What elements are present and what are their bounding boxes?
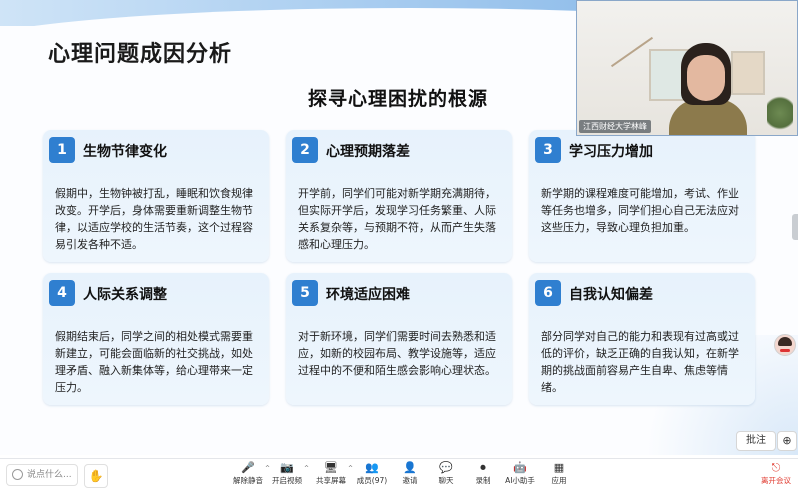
cause-card-1: 1 生物节律变化 假期中，生物钟被打乱，睡眠和饮食规律改变。开学后，身体需要重新… (43, 130, 269, 262)
invite-icon: 👤 (403, 461, 417, 474)
exit-icon: ⎋ (771, 461, 781, 474)
members-button[interactable]: 👥 成员(97) (352, 461, 392, 491)
meeting-toolbar: 说点什么... ✋ 🎤 ^ 解除静音 📷 ^ 开启视频 🖥 ^ 共享屏幕 👥 成… (0, 458, 798, 491)
cause-card-3: 3 学习压力增加 新学期的课程难度可能增加，考试、作业等任务也增多，同学们担心自… (529, 130, 755, 262)
video-plant (767, 93, 793, 133)
card-body: 部分同学对自己的能力和表现有过高或过低的评价，缺乏正确的自我认知，在新学期的挑战… (541, 330, 739, 394)
apps-label: 应用 (551, 476, 567, 485)
chevron-up-icon[interactable]: ^ (304, 465, 309, 472)
card-title: 心理预期落差 (326, 144, 410, 160)
cause-card-6: 6 自我认知偏差 部分同学对自己的能力和表现有过高或过低的评价，缺乏正确的自我认… (529, 273, 755, 405)
card-header: 5 环境适应困难 (286, 273, 512, 313)
zoom-in-icon[interactable]: ⊕ (777, 431, 797, 451)
side-panel-handle[interactable] (792, 214, 798, 240)
card-header: 3 学习压力增加 (529, 130, 755, 170)
card-number: 1 (49, 137, 75, 163)
card-header: 2 心理预期落差 (286, 130, 512, 170)
card-body: 新学期的课程难度可能增加，考试、作业等任务也增多，同学们担心自己无法应对这些压力… (541, 187, 739, 234)
card-body: 假期中，生物钟被打乱，睡眠和饮食规律改变。开学后，身体需要重新调整生物节律，以适… (55, 187, 253, 251)
card-body: 假期结束后，同学之间的相处模式需要重新建立，可能会面临新的社交挑战，如处理矛盾、… (55, 330, 253, 394)
chat-button[interactable]: 💬 聊天 (426, 461, 466, 491)
unmute-label: 解除静音 (233, 476, 263, 485)
floating-avatar[interactable] (774, 334, 796, 356)
microphone-muted-icon: 🎤 (241, 461, 255, 474)
annotate-label: 批注 (746, 435, 766, 446)
chat-input[interactable]: 说点什么... (6, 464, 78, 486)
card-header: 6 自我认知偏差 (529, 273, 755, 313)
record-icon: ⏺ (480, 461, 486, 474)
share-screen-label: 共享屏幕 (316, 476, 346, 485)
card-number: 6 (535, 280, 561, 306)
unmute-button[interactable]: 🎤 ^ 解除静音 (228, 461, 270, 491)
camera-off-icon: 📷 (280, 461, 294, 474)
leave-meeting-button[interactable]: ⎋ 离开会议 (758, 461, 794, 491)
cause-card-2: 2 心理预期落差 开学前，同学们可能对新学期充满期待，但实际开学后，发现学习任务… (286, 130, 512, 262)
share-screen-icon: 🖥 (324, 461, 338, 474)
raise-hand-icon[interactable]: ✋ (84, 464, 108, 488)
cause-card-5: 5 环境适应困难 对于新环境，同学们需要时间去熟悉和适应，如新的校园布局、教学设… (286, 273, 512, 405)
members-label: 成员(97) (356, 476, 388, 485)
slide-subtitle: 探寻心理困扰的根源 (308, 88, 489, 110)
leave-meeting-label: 离开会议 (761, 476, 791, 485)
chat-input-placeholder: 说点什么... (27, 470, 72, 480)
annotate-button[interactable]: 批注 (736, 431, 776, 451)
ai-assistant-icon: 🤖 (513, 461, 527, 474)
speaker-video-tile[interactable]: 江西财经大学林峰 (576, 0, 798, 136)
smile-icon (12, 469, 23, 480)
ai-assistant-label: AI小助手 (505, 476, 535, 485)
invite-label: 邀请 (402, 476, 418, 485)
members-icon: 👥 (365, 461, 379, 474)
card-body: 对于新环境，同学们需要时间去熟悉和适应，如新的校园布局、教学设施等，适应过程中的… (298, 330, 496, 377)
ai-assistant-button[interactable]: 🤖 AI小助手 (500, 461, 540, 491)
share-screen-button[interactable]: 🖥 ^ 共享屏幕 (311, 461, 353, 491)
avatar-mouth (780, 349, 790, 352)
record-label: 录制 (475, 476, 491, 485)
card-title: 环境适应困难 (326, 287, 410, 303)
card-title: 自我认知偏差 (569, 287, 653, 303)
start-video-button[interactable]: 📷 ^ 开启视频 (267, 461, 309, 491)
card-title: 学习压力增加 (569, 144, 653, 160)
card-title: 生物节律变化 (83, 144, 167, 160)
video-wall-frame (731, 51, 765, 95)
card-number: 5 (292, 280, 318, 306)
card-number: 4 (49, 280, 75, 306)
chat-label: 聊天 (438, 476, 454, 485)
speaker-name-tag: 江西财经大学林峰 (579, 120, 651, 133)
record-button[interactable]: ⏺ 录制 (463, 461, 503, 491)
slide-title: 心理问题成因分析 (48, 42, 233, 67)
speaker-face (687, 55, 725, 101)
apps-button[interactable]: ▦ 应用 (539, 461, 579, 491)
cause-card-4: 4 人际关系调整 假期结束后，同学之间的相处模式需要重新建立，可能会面临新的社交… (43, 273, 269, 405)
card-number: 3 (535, 137, 561, 163)
card-number: 2 (292, 137, 318, 163)
chat-icon: 💬 (439, 461, 453, 474)
card-header: 1 生物节律变化 (43, 130, 269, 170)
avatar-hair (778, 337, 792, 346)
apps-grid-icon: ▦ (553, 461, 565, 474)
card-title: 人际关系调整 (83, 287, 167, 303)
invite-button[interactable]: 👤 邀请 (390, 461, 430, 491)
card-body: 开学前，同学们可能对新学期充满期待，但实际开学后，发现学习任务繁重、人际关系复杂… (298, 187, 496, 251)
start-video-label: 开启视频 (272, 476, 302, 485)
card-header: 4 人际关系调整 (43, 273, 269, 313)
